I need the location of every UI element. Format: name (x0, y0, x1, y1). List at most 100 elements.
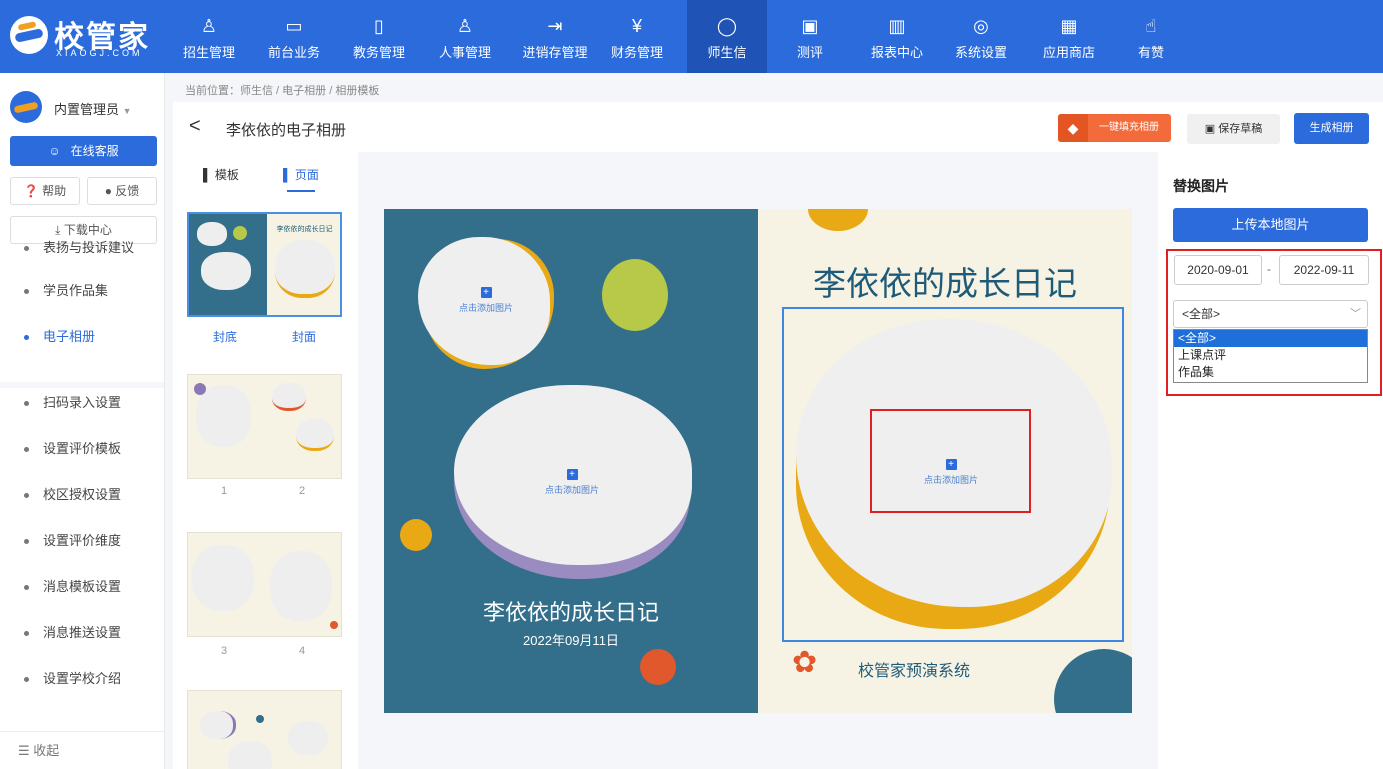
active-tab-indicator (287, 190, 315, 192)
thumb-label: 封面 (292, 330, 317, 344)
book-icon: ▯ (374, 16, 384, 36)
bullet-icon (24, 289, 29, 295)
generate-album-button[interactable]: 生成相册 (1294, 113, 1369, 144)
nav-item-9[interactable]: ▥ 报表中心 (857, 0, 937, 73)
top-navigation: 校管家 XIAOGJ.COM ♙ 招生管理 ▭ 前台业务 ▯ 教务管理 ♙ 人事管理 ⇥ 进销存管… (0, 0, 1383, 73)
nav-item-3[interactable]: ▯ 教务管理 (342, 0, 416, 73)
paint-bucket-icon: ◆ (1058, 114, 1088, 142)
username: 内置管理员 ▼ (54, 102, 132, 117)
nav-item-6[interactable]: ¥ 财务管理 (600, 0, 674, 73)
sidebar-item-3[interactable]: 电子相册 (0, 314, 164, 360)
brand-logo[interactable]: 校管家 XIAOGJ.COM (10, 12, 170, 62)
thumbnail-spread-1-2[interactable] (187, 374, 342, 479)
sidebar-item-label: 扫码录入设置 (43, 395, 122, 410)
thumbnail-spread-3-4[interactable] (187, 532, 342, 637)
category-select[interactable]: <全部> ﹀ (1173, 300, 1368, 328)
user-add-icon: ♙ (200, 16, 218, 36)
bullet-icon (24, 677, 29, 683)
nav-item-10[interactable]: ◎ 系统设置 (944, 0, 1018, 73)
sidebar-item-label: 设置学校介绍 (43, 671, 122, 686)
tab-page[interactable]: ▌ 页面 (283, 166, 319, 183)
sidebar-item-5[interactable]: 设置评价模板 (0, 426, 164, 472)
nav-item-label: 前台业务 (267, 45, 320, 60)
cover-date: 2022年09月11日 (523, 633, 619, 648)
collapse-sidebar-button[interactable]: ☰ 收起 (0, 731, 164, 769)
date-separator: - (1267, 262, 1271, 276)
nav-item-2[interactable]: ▭ 前台业务 (257, 0, 331, 73)
bullet-icon (24, 246, 29, 252)
thumb-label: 3 (221, 645, 228, 657)
feedback-button[interactable]: ● 反馈 (87, 177, 157, 205)
sidebar-item-label: 学员作品集 (43, 283, 109, 298)
bullet-icon (24, 631, 29, 637)
sidebar: 内置管理员 ▼ ☺ 在线客服 ❓ 帮助 ● 反馈 ⤓ 下载中心 表扬与投诉建议学… (0, 73, 165, 769)
nav-item-label: 人事管理 (438, 45, 491, 60)
chevron-down-icon: ﹀ (1350, 308, 1361, 320)
nav-item-11[interactable]: ▦ 应用商店 (1029, 0, 1109, 73)
date-to-input[interactable]: 2022-09-11 (1279, 255, 1369, 285)
sidebar-item-7[interactable]: 设置评价维度 (0, 518, 164, 564)
nav-item-5[interactable]: ⇥ 进销存管理 (512, 0, 598, 73)
category-option[interactable]: 上课点评 (1174, 347, 1367, 364)
nav-item-label: 测评 (796, 45, 823, 60)
thumbnail-spread-5-6[interactable] (187, 690, 342, 769)
apps-icon: ▦ (1060, 16, 1078, 36)
breadcrumb: 当前位置：师生信 / 电子相册 / 相册模板 (185, 85, 380, 97)
sidebar-item-8[interactable]: 消息模板设置 (0, 564, 164, 610)
person-icon: ♙ (456, 16, 474, 36)
sidebar-item-1[interactable]: 表扬与投诉建议 (0, 225, 164, 271)
sidebar-item-6[interactable]: 校区授权设置 (0, 472, 164, 518)
save-icon: ▣ (1204, 123, 1216, 135)
sidebar-divider (0, 382, 164, 388)
thumbnail-cover-spread[interactable]: 李依依的成长日记 (187, 212, 342, 317)
plus-icon: + (480, 287, 492, 298)
nav-item-8[interactable]: ▣ 测评 (773, 0, 847, 73)
thumbs-up-icon: ☝ (1145, 16, 1157, 36)
brand-domain: XIAOGJ.COM (56, 48, 143, 58)
decor-circle-green (602, 259, 668, 331)
sidebar-item-label: 设置评价模板 (43, 441, 122, 456)
back-arrow-icon[interactable]: < (189, 115, 201, 138)
add-photo-placeholder[interactable]: + 点击添加图片 (512, 469, 632, 496)
decor-dot-orange (640, 649, 676, 685)
sidebar-item-2[interactable]: 学员作品集 (0, 268, 164, 314)
date-from-input[interactable]: 2020-09-01 (1174, 255, 1262, 285)
nav-item-label: 进销存管理 (522, 45, 588, 60)
help-button[interactable]: ❓ 帮助 (10, 177, 80, 205)
decor-dot-yellow (808, 209, 868, 231)
template-icon: ▌ (203, 168, 212, 182)
desk-icon: ▭ (285, 16, 303, 36)
front-cover-page: 李依依的成长日记 + 点击添加图片 ✿ 校管家预演系统 (758, 209, 1132, 713)
nav-item-4[interactable]: ♙ 人事管理 (428, 0, 502, 73)
album-cover-title: 李依依的成长日记 (813, 265, 1077, 302)
thumb-label: 2 (299, 485, 306, 497)
online-service-button[interactable]: ☺ 在线客服 (10, 136, 157, 166)
sidebar-item-9[interactable]: 消息推送设置 (0, 610, 164, 656)
decor-circle-blue (1054, 649, 1132, 713)
cover-title: 李依依的成长日记 (482, 600, 659, 625)
sidebar-item-10[interactable]: 设置学校介绍 (0, 656, 164, 702)
add-photo-placeholder[interactable]: + 点击添加图片 (426, 287, 546, 314)
upload-local-image-button[interactable]: 上传本地图片 (1173, 208, 1368, 242)
category-option[interactable]: <全部> (1174, 330, 1367, 347)
footer-text: 校管家预演系统 (858, 663, 971, 680)
category-option[interactable]: 作品集 (1174, 364, 1367, 381)
settings-icon: ◎ (973, 16, 989, 36)
fill-album-button[interactable]: ◆ 一键填充相册 (1058, 114, 1171, 142)
bullet-icon (24, 539, 29, 545)
tab-template[interactable]: ▌ 模板 (203, 166, 239, 183)
collapse-icon: ☰ (18, 743, 30, 758)
nav-item-12[interactable]: ☝ 有赞 (1114, 0, 1188, 73)
plus-icon: + (566, 469, 578, 480)
nav-item-label: 教务管理 (352, 45, 405, 60)
page-thumbnail-panel: ▌ 模板 ▌ 页面 李依依的成长日记 封底 封面 1 2 3 4 (173, 152, 358, 769)
logo-icon (10, 16, 48, 54)
nav-item-label: 报表中心 (870, 45, 923, 60)
headset-icon: ☺ (48, 144, 61, 158)
nav-item-label: 招生管理 (182, 45, 235, 60)
nav-item-1[interactable]: ♙ 招生管理 (172, 0, 246, 73)
user-menu[interactable]: 内置管理员 ▼ (10, 91, 160, 123)
nav-item-7[interactable]: ◯ 师生信 (687, 0, 767, 73)
save-draft-button[interactable]: ▣ 保存草稿 (1187, 114, 1280, 144)
replace-photo-panel: 替换图片 上传本地图片 2020-09-01 - 2022-09-11 <全部>… (1158, 152, 1383, 769)
